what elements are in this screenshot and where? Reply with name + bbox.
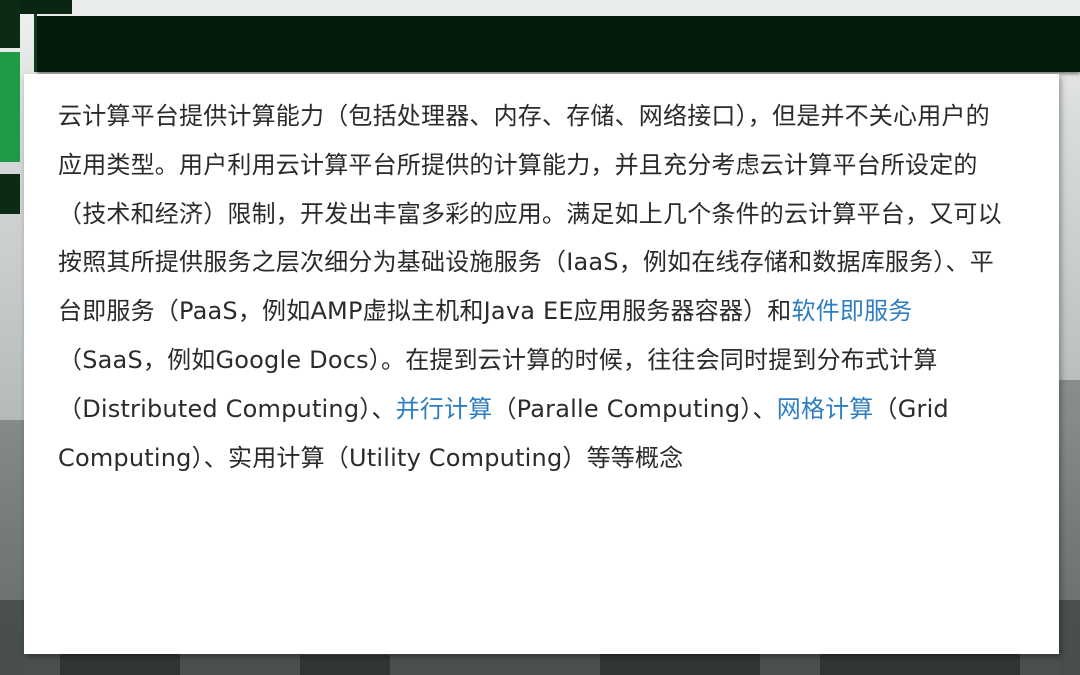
left-stripe-green [0,52,20,162]
title-bar [34,14,1080,72]
body-paragraph: 云计算平台提供计算能力（包括处理器、内存、存储、网络接口），但是并不关心用户的应… [58,92,1006,482]
left-stripe-dark-top [0,0,20,48]
left-stripe-dark-bottom [0,174,20,214]
slide: 云计算平台提供计算能力（包括处理器、内存、存储、网络接口），但是并不关心用户的应… [0,0,1080,675]
link-saas[interactable]: 软件即服务 [792,297,913,325]
body-text-part-1: 云计算平台提供计算能力（包括处理器、内存、存储、网络接口），但是并不关心用户的应… [58,102,1002,326]
link-parallel-computing[interactable]: 并行计算 [396,395,493,423]
top-light-strip [72,0,1080,14]
link-grid-computing[interactable]: 网格计算 [777,395,874,423]
body-text-part-3: （Paralle Computing）、 [492,394,777,423]
